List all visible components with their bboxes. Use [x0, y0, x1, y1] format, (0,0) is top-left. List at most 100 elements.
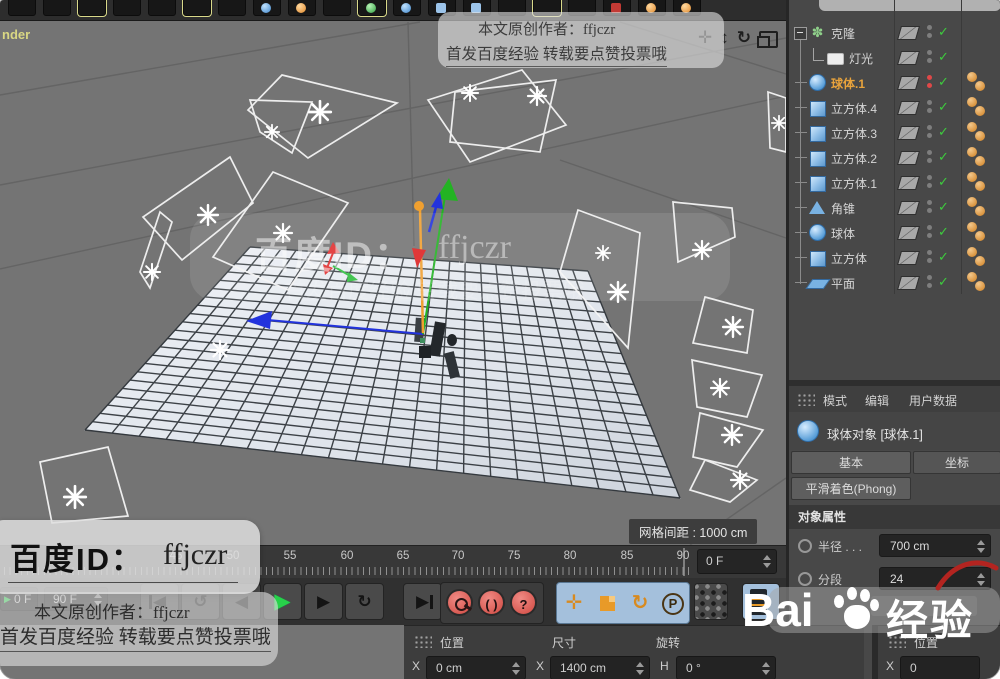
visibility-dots-icon[interactable]	[927, 175, 932, 189]
help-button[interactable]: ?	[510, 589, 537, 616]
orbit-icon[interactable]: ↻	[737, 27, 751, 49]
autokey-button[interactable]: ( )	[478, 589, 505, 616]
toolbar-icon[interactable]	[148, 0, 176, 16]
layer-tag-icon[interactable]	[897, 26, 920, 40]
object-row-cube2[interactable]: 立方体.2 ✓	[789, 145, 1000, 170]
visibility-dots-icon[interactable]	[927, 125, 932, 139]
texture-tag-icon[interactable]	[897, 251, 920, 265]
visibility-dots-icon[interactable]	[927, 200, 932, 214]
object-row-light[interactable]: 灯光 ✓	[789, 45, 1000, 70]
object-row-cube[interactable]: 立方体 ✓	[789, 245, 1000, 270]
position-x-field[interactable]: 0	[900, 656, 980, 679]
material-tag-icon[interactable]	[967, 147, 977, 157]
visibility-dots-icon[interactable]	[927, 275, 932, 289]
material-tag-icon[interactable]	[967, 222, 977, 232]
rotate-tool-button[interactable]: ↻	[625, 588, 655, 618]
current-frame-field[interactable]: 0 F	[697, 549, 777, 574]
section-object-properties[interactable]: 对象属性	[789, 505, 1000, 529]
enabled-check-icon[interactable]: ✓	[938, 99, 949, 115]
material-tag-icon[interactable]	[975, 231, 985, 241]
enabled-check-icon[interactable]: ✓	[938, 249, 949, 265]
tab-phong[interactable]: 平滑着色(Phong)	[791, 477, 911, 500]
material-tag-icon[interactable]	[967, 122, 977, 132]
visibility-dots-icon[interactable]	[927, 100, 932, 114]
grip-icon[interactable]	[414, 635, 432, 648]
material-tag-icon[interactable]	[975, 206, 985, 216]
scale-tool-button[interactable]	[592, 588, 622, 618]
material-tag-icon[interactable]	[967, 72, 977, 82]
toolbar-icon[interactable]	[393, 0, 421, 16]
material-tag-icon[interactable]	[975, 156, 985, 166]
grip-icon[interactable]	[797, 393, 815, 406]
material-tag-icon[interactable]	[975, 281, 985, 291]
object-row-sphere1[interactable]: 球体.1 ✓	[789, 70, 1000, 95]
enabled-check-icon[interactable]: ✓	[938, 24, 949, 40]
object-row-cube4[interactable]: 立方体.4 ✓	[789, 95, 1000, 120]
next-frame-button[interactable]: ▶	[304, 583, 343, 620]
material-tag-icon[interactable]	[975, 131, 985, 141]
texture-tag-icon[interactable]	[897, 176, 920, 190]
goto-end-button[interactable]: ▶	[403, 583, 442, 620]
playhead[interactable]	[683, 548, 685, 576]
snap-grid-button[interactable]	[694, 583, 728, 620]
visibility-dots-icon[interactable]	[927, 50, 932, 64]
stepper-icon[interactable]	[762, 662, 771, 675]
texture-tag-icon[interactable]	[897, 201, 920, 215]
enabled-check-icon[interactable]: ✓	[938, 74, 949, 90]
toolbar-icon[interactable]	[183, 0, 211, 16]
maximize-viewport-icon[interactable]	[759, 31, 778, 48]
visibility-dots-icon[interactable]	[927, 225, 932, 239]
rotation-h-field[interactable]: 0 °	[676, 656, 776, 679]
scrollbar[interactable]	[819, 0, 1000, 11]
stepper-icon[interactable]	[636, 662, 645, 675]
material-tag-icon[interactable]	[967, 197, 977, 207]
visibility-dots-icon[interactable]	[927, 250, 932, 264]
toolbar-icon[interactable]	[43, 0, 71, 16]
visibility-dots-icon[interactable]	[927, 150, 932, 164]
play-mode-button[interactable]: ↻	[345, 583, 384, 620]
stepper-icon[interactable]	[763, 555, 772, 568]
texture-tag-icon[interactable]	[897, 101, 920, 115]
material-tag-icon[interactable]	[975, 106, 985, 116]
enabled-check-icon[interactable]: ✓	[938, 174, 949, 190]
toolbar-icon[interactable]	[8, 0, 36, 16]
menu-mode[interactable]: 模式	[823, 392, 847, 409]
texture-tag-icon[interactable]	[897, 126, 920, 140]
object-row-cube1[interactable]: 立方体.1 ✓	[789, 170, 1000, 195]
toolbar-icon[interactable]	[253, 0, 281, 16]
material-tag-icon[interactable]	[975, 256, 985, 266]
texture-tag-icon[interactable]	[897, 276, 920, 290]
toolbar-icon[interactable]	[358, 0, 386, 16]
toolbar-icon[interactable]	[218, 0, 246, 16]
tab-coordinates[interactable]: 坐标	[913, 451, 1000, 474]
tab-basic[interactable]: 基本	[791, 451, 911, 474]
object-row-cube3[interactable]: 立方体.3 ✓	[789, 120, 1000, 145]
layer-tag-icon[interactable]	[897, 51, 920, 65]
texture-tag-icon[interactable]	[897, 76, 920, 90]
stepper-icon[interactable]	[512, 662, 521, 675]
enabled-check-icon[interactable]: ✓	[938, 224, 949, 240]
material-tag-icon[interactable]	[975, 181, 985, 191]
toolbar-icon[interactable]	[78, 0, 106, 16]
material-tag-icon[interactable]	[967, 172, 977, 182]
record-keyframe-button[interactable]	[446, 589, 473, 616]
enabled-check-icon[interactable]: ✓	[938, 124, 949, 140]
object-row-clone[interactable]: ✽ 克隆 ✓	[789, 20, 1000, 45]
texture-tag-icon[interactable]	[897, 226, 920, 240]
material-tag-icon[interactable]	[967, 272, 977, 282]
enabled-check-icon[interactable]: ✓	[938, 49, 949, 65]
position-x-field[interactable]: 0 cm	[426, 656, 526, 679]
menu-edit[interactable]: 编辑	[865, 392, 889, 409]
toolbar-icon[interactable]	[288, 0, 316, 16]
visibility-dots-icon[interactable]	[927, 75, 932, 89]
enabled-check-icon[interactable]: ✓	[938, 274, 949, 290]
size-x-field[interactable]: 1400 cm	[550, 656, 650, 679]
viewport-menu-text[interactable]: nder	[2, 27, 30, 42]
menu-userdata[interactable]: 用户数据	[909, 392, 957, 409]
keyframe-radio-icon[interactable]	[798, 539, 812, 553]
move-tool-button[interactable]: ✛	[559, 588, 589, 618]
enabled-check-icon[interactable]: ✓	[938, 149, 949, 165]
object-row-plane[interactable]: 平面 ✓	[789, 270, 1000, 295]
object-row-pyramid[interactable]: 角锥 ✓	[789, 195, 1000, 220]
toolbar-icon[interactable]	[323, 0, 351, 16]
